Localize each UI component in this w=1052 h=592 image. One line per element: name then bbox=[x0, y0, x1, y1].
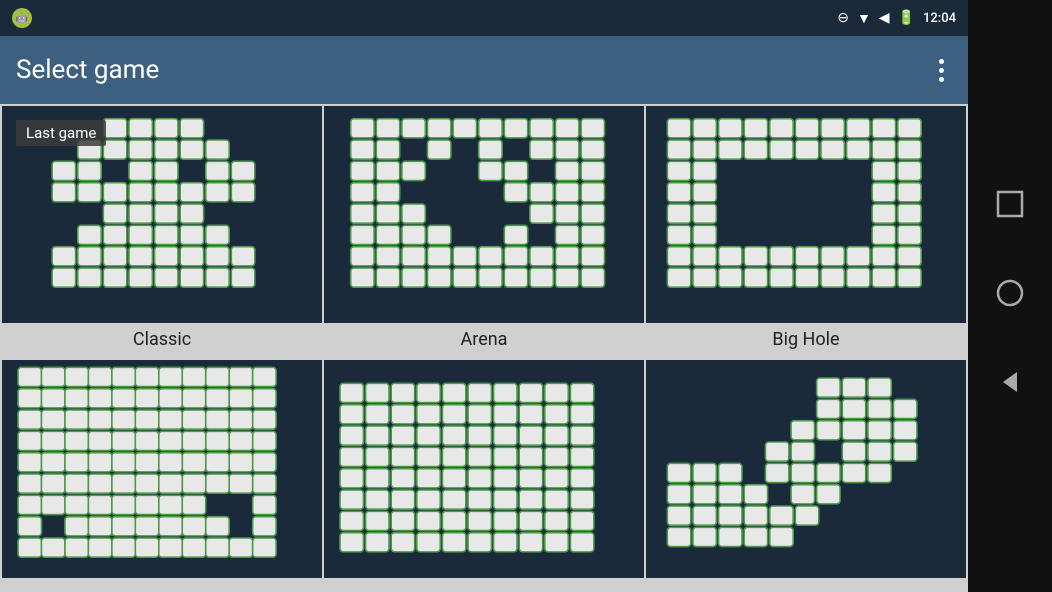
game-item-flat[interactable] bbox=[324, 360, 644, 591]
home-nav-button[interactable] bbox=[995, 278, 1025, 315]
phone-screen: 🤖 ⊖ ▼ ◀ 🔋 12:04 Select game Last game bbox=[0, 0, 968, 592]
signal-icon: ◀ bbox=[879, 10, 890, 26]
game-thumbnail-pattern bbox=[646, 360, 966, 577]
dot3 bbox=[939, 77, 944, 82]
game-label-arena: Arena bbox=[461, 323, 508, 358]
game-item-classic[interactable]: Last game bbox=[2, 106, 322, 358]
dot2 bbox=[939, 68, 944, 73]
game-item-arena[interactable]: Arena bbox=[324, 106, 644, 358]
game-thumbnail-flat bbox=[324, 360, 644, 577]
status-bar-left: 🤖 bbox=[12, 8, 32, 28]
status-bar-right: ⊖ ▼ ◀ 🔋 12:04 bbox=[837, 10, 956, 27]
android-icon: 🤖 bbox=[12, 8, 32, 28]
game-label-classic: Classic bbox=[133, 323, 191, 358]
game-item-spiral[interactable] bbox=[2, 360, 322, 591]
game-thumbnail-classic: Last game bbox=[2, 106, 322, 323]
game-thumbnail-arena bbox=[324, 106, 644, 323]
more-options-button[interactable] bbox=[931, 51, 952, 90]
page-title: Select game bbox=[16, 55, 159, 85]
status-bar: 🤖 ⊖ ▼ ◀ 🔋 12:04 bbox=[0, 0, 968, 36]
app-bar: Select game bbox=[0, 36, 968, 104]
square-nav-button[interactable] bbox=[995, 189, 1025, 226]
back-nav-button[interactable] bbox=[995, 367, 1025, 404]
nav-bar bbox=[968, 0, 1052, 592]
game-label-big-hole: Big Hole bbox=[772, 323, 839, 358]
game-thumbnail-spiral bbox=[2, 360, 322, 577]
wifi-icon: ▼ bbox=[857, 10, 871, 27]
do-not-disturb-icon: ⊖ bbox=[837, 10, 849, 26]
clock: 12:04 bbox=[923, 11, 956, 26]
game-grid: Last game bbox=[0, 104, 968, 592]
game-thumbnail-big-hole bbox=[646, 106, 966, 323]
battery-icon: 🔋 bbox=[898, 10, 915, 26]
game-item-pattern[interactable] bbox=[646, 360, 966, 591]
last-game-badge: Last game bbox=[16, 120, 106, 146]
dot1 bbox=[939, 59, 944, 64]
game-item-big-hole[interactable]: Big Hole bbox=[646, 106, 966, 358]
